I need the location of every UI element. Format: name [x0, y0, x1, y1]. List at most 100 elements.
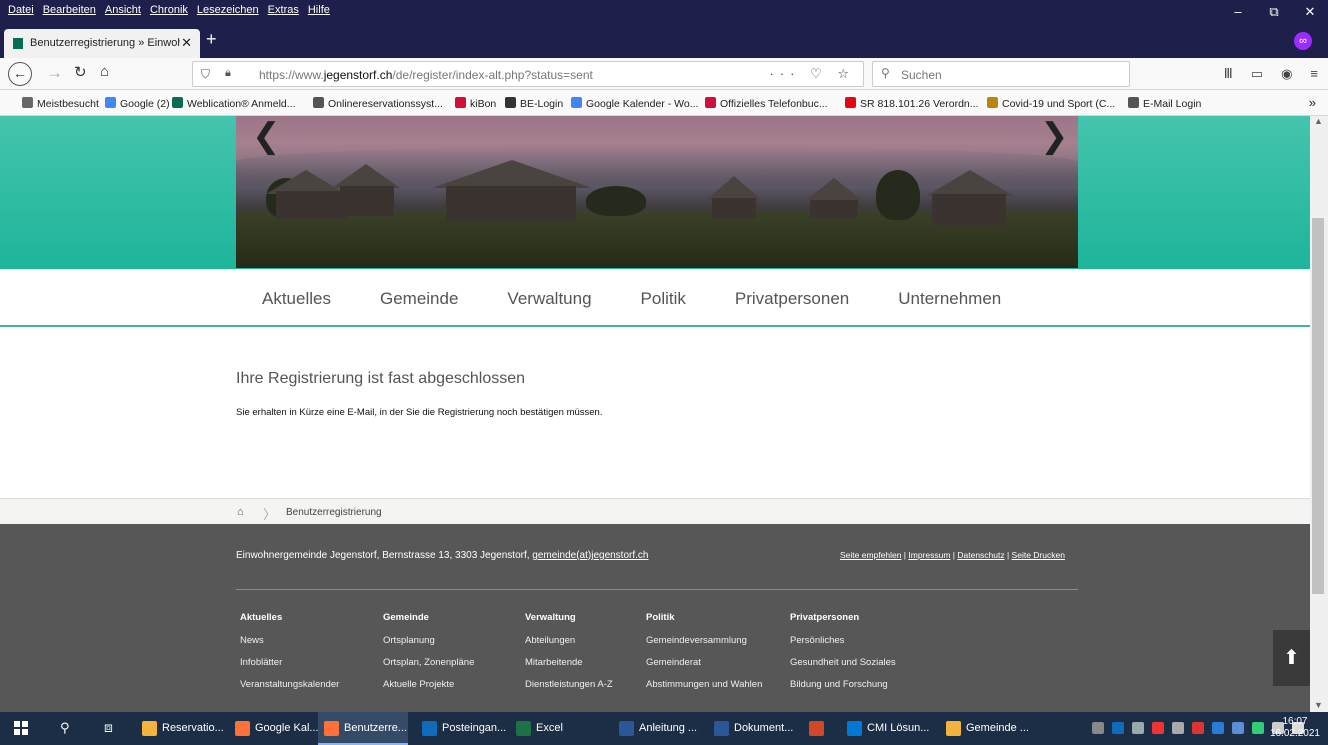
tray-app-icon[interactable]: [1252, 722, 1264, 734]
tray-app-icon[interactable]: [1172, 722, 1184, 734]
search-bar[interactable]: ⚲ Suchen: [872, 61, 1130, 87]
taskbar-app[interactable]: Dokument...: [708, 712, 798, 745]
footer-link[interactable]: Veranstaltungskalender: [240, 679, 339, 690]
footer-link[interactable]: Gesundheit und Soziales: [790, 657, 896, 668]
bookmark-item[interactable]: SR 818.101.26 Verordn...: [845, 97, 979, 110]
task-view-icon[interactable]: ⧈: [104, 719, 113, 736]
library-icon[interactable]: Ⅲ: [1224, 66, 1233, 82]
tray-app-icon[interactable]: [1132, 722, 1144, 734]
taskbar-app[interactable]: Reservatio...: [136, 712, 226, 745]
nav-item-politik[interactable]: Politik: [641, 289, 686, 309]
lock-icon[interactable]: 🔒︎: [225, 67, 231, 80]
menu-item-ansicht[interactable]: Ansicht: [105, 4, 141, 16]
reload-button[interactable]: ↻: [74, 63, 87, 81]
footer-link[interactable]: Persönliches: [790, 635, 896, 646]
page-scrollbar[interactable]: ▲ ▼: [1310, 116, 1328, 712]
scroll-down-icon[interactable]: ▼: [1314, 700, 1323, 710]
account-icon[interactable]: ◉: [1281, 66, 1292, 82]
bookmark-item[interactable]: Google Kalender - Wo...: [571, 97, 698, 110]
footer-email-link[interactable]: gemeinde(at)jegenstorf.ch: [532, 550, 648, 561]
menu-item-chronik[interactable]: Chronik: [150, 4, 188, 16]
home-icon[interactable]: ⌂: [100, 63, 109, 80]
tray-app-icon[interactable]: [1092, 722, 1104, 734]
hamburger-menu-icon[interactable]: ≡: [1310, 66, 1318, 82]
footer-column-heading[interactable]: Aktuelles: [240, 612, 339, 623]
footer-link[interactable]: Infoblätter: [240, 657, 339, 668]
footer-link[interactable]: News: [240, 635, 339, 646]
bookmark-item[interactable]: Covid-19 und Sport (C...: [987, 97, 1115, 110]
bookmark-item[interactable]: E-Mail Login: [1128, 97, 1201, 110]
windows-start-icon[interactable]: [14, 721, 28, 735]
taskbar-app[interactable]: [803, 712, 833, 745]
footer-link[interactable]: Mitarbeitende: [525, 657, 613, 668]
tray-app-icon[interactable]: [1152, 722, 1164, 734]
close-tab-icon[interactable]: ✕: [181, 35, 192, 51]
minimize-button[interactable]: –: [1220, 0, 1256, 24]
bookmark-item[interactable]: Weblication® Anmeld...: [172, 97, 296, 110]
page-actions[interactable]: ··· ♡ ☆: [769, 66, 855, 82]
forward-button[interactable]: →: [46, 63, 63, 83]
bookmark-item[interactable]: kiBon: [455, 97, 496, 110]
footer-column-heading[interactable]: Privatpersonen: [790, 612, 896, 623]
menu-item-bearbeiten[interactable]: Bearbeiten: [43, 4, 96, 16]
clock[interactable]: 16:07 16.02.2021: [1270, 716, 1320, 740]
nav-item-aktuelles[interactable]: Aktuelles: [262, 289, 331, 309]
taskbar-app[interactable]: Benutzerre...: [318, 712, 408, 745]
bookmark-item[interactable]: Onlinereservationssyst...: [313, 97, 443, 110]
tray-app-icon[interactable]: [1232, 722, 1244, 734]
footer-column-heading[interactable]: Politik: [646, 612, 762, 623]
taskbar-search-icon[interactable]: ⚲: [60, 720, 70, 736]
breadcrumb-home-icon[interactable]: ⌂: [237, 506, 244, 518]
menu-item-lesezeichen[interactable]: Lesezeichen: [197, 4, 259, 16]
datenschutz-link[interactable]: Datenschutz: [957, 550, 1004, 560]
nav-item-privatpersonen[interactable]: Privatpersonen: [735, 289, 849, 309]
recommend-page-link[interactable]: Seite empfehlen: [840, 550, 901, 560]
bookmark-item[interactable]: Meistbesucht: [22, 97, 99, 110]
footer-column-heading[interactable]: Verwaltung: [525, 612, 613, 623]
scroll-up-icon[interactable]: ▲: [1314, 116, 1323, 126]
taskbar-app[interactable]: Excel: [510, 712, 600, 745]
footer-link[interactable]: Gemeindeversammlung: [646, 635, 762, 646]
footer-column-heading[interactable]: Gemeinde: [383, 612, 474, 623]
footer-link[interactable]: Bildung und Forschung: [790, 679, 896, 690]
bookmark-item[interactable]: Offizielles Telefonbuc...: [705, 97, 828, 110]
sidebar-icon[interactable]: ▭: [1251, 66, 1263, 82]
bookmark-item[interactable]: Google (2): [105, 97, 170, 110]
taskbar-app[interactable]: Gemeinde ...: [940, 712, 1030, 745]
bookmark-item[interactable]: BE-Login: [505, 97, 563, 110]
menu-item-datei[interactable]: Datei: [8, 4, 34, 16]
bookmarks-overflow-icon[interactable]: »: [1309, 95, 1316, 110]
slider-prev-arrow[interactable]: ❮: [252, 116, 281, 156]
footer-link[interactable]: Gemeinderat: [646, 657, 762, 668]
impressum-link[interactable]: Impressum: [908, 550, 950, 560]
url-text[interactable]: https://www.jegenstorf.ch/de/register/in…: [259, 68, 593, 82]
tray-app-icon[interactable]: [1192, 722, 1204, 734]
footer-link[interactable]: Dienstleistungen A-Z: [525, 679, 613, 690]
bluetooth-icon[interactable]: [1212, 722, 1224, 734]
restore-button[interactable]: ⧉: [1256, 0, 1292, 24]
menu-item-extras[interactable]: Extras: [268, 4, 299, 16]
footer-link[interactable]: Aktuelle Projekte: [383, 679, 474, 690]
new-tab-button[interactable]: +: [206, 29, 217, 50]
print-page-link[interactable]: Seite Drucken: [1012, 550, 1065, 560]
nav-item-verwaltung[interactable]: Verwaltung: [507, 289, 591, 309]
taskbar-app[interactable]: Posteingan...: [416, 712, 506, 745]
footer-link[interactable]: Abteilungen: [525, 635, 613, 646]
nav-item-gemeinde[interactable]: Gemeinde: [380, 289, 458, 309]
tab-active[interactable]: Benutzerregistrierung » Einwoh ✕: [4, 29, 200, 58]
url-bar[interactable]: ⛉ 🔒︎ https://www.jegenstorf.ch/de/regist…: [192, 61, 864, 87]
taskbar-app[interactable]: CMI Lösun...: [841, 712, 931, 745]
footer-link[interactable]: Ortsplan, Zonenpläne: [383, 657, 474, 668]
footer-link[interactable]: Ortsplanung: [383, 635, 474, 646]
taskbar-app[interactable]: Anleitung ...: [613, 712, 703, 745]
slider-next-arrow[interactable]: ❯: [1040, 116, 1069, 156]
footer-link[interactable]: Abstimmungen und Wahlen: [646, 679, 762, 690]
close-window-button[interactable]: ✕: [1292, 0, 1328, 24]
scrollbar-thumb[interactable]: [1312, 218, 1324, 594]
nav-item-unternehmen[interactable]: Unternehmen: [898, 289, 1001, 309]
tray-outlook-icon[interactable]: [1112, 722, 1124, 734]
scroll-to-top-button[interactable]: ⬆: [1273, 630, 1310, 686]
menu-item-hilfe[interactable]: Hilfe: [308, 4, 330, 16]
extension-icon[interactable]: ∞: [1294, 32, 1312, 50]
tracking-shield-icon[interactable]: ⛉: [201, 67, 210, 82]
